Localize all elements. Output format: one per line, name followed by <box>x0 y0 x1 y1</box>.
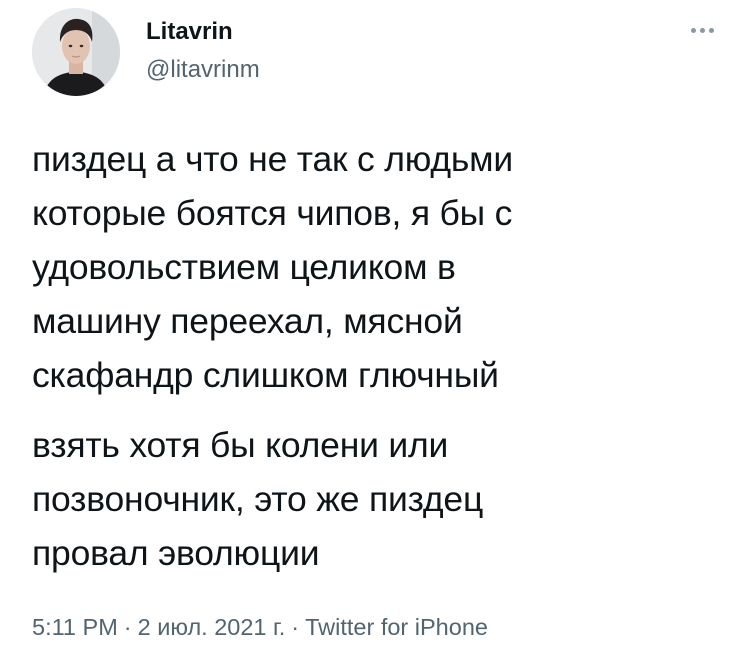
author-handle[interactable]: @litavrinm <box>146 55 260 85</box>
tweet-paragraph: пиздец а что не так с людьми которые боя… <box>32 132 722 402</box>
author-display-name[interactable]: Litavrin <box>146 18 260 46</box>
tweet-line: машину переехал, мясной <box>32 301 463 341</box>
tweet-line: удовольствием целиком в <box>32 247 456 287</box>
more-options-button[interactable] <box>682 18 722 42</box>
tweet-text: пиздец а что не так с людьми которые боя… <box>32 132 722 580</box>
ellipsis-icon <box>708 27 714 33</box>
tweet-time[interactable]: 5:11 PM <box>32 614 118 640</box>
tweet-meta: 5:11 PM · 2 июл. 2021 г. · Twitter for iPhon… <box>32 612 488 642</box>
tweet-line: взять хотя бы колени или <box>32 425 449 465</box>
tweet-line: скафандр слишком глючный <box>32 355 499 395</box>
separator: · <box>123 614 132 640</box>
tweet-header: Litavrin @litavrinm <box>32 8 722 98</box>
tweet: Litavrin @litavrinm пиздец а что не так … <box>0 0 750 669</box>
tweet-source-link[interactable]: Twitter for iPhone <box>305 614 488 640</box>
profile-photo <box>32 8 120 96</box>
tweet-date[interactable]: 2 июл. 2021 г. <box>138 614 286 640</box>
avatar[interactable] <box>32 8 120 96</box>
author-info: Litavrin @litavrinm <box>146 18 260 85</box>
tweet-line: которые боятся чипов, я бы с <box>32 193 513 233</box>
tweet-line: пиздец а что не так с людьми <box>32 139 513 179</box>
ellipsis-icon <box>699 27 705 33</box>
tweet-line: провал эволюции <box>32 533 320 573</box>
tweet-line: позвоночник, это же пиздец <box>32 479 484 519</box>
ellipsis-icon <box>690 27 696 33</box>
separator: · <box>291 614 300 640</box>
tweet-paragraph: взять хотя бы колени или позвоночник, эт… <box>32 418 722 580</box>
